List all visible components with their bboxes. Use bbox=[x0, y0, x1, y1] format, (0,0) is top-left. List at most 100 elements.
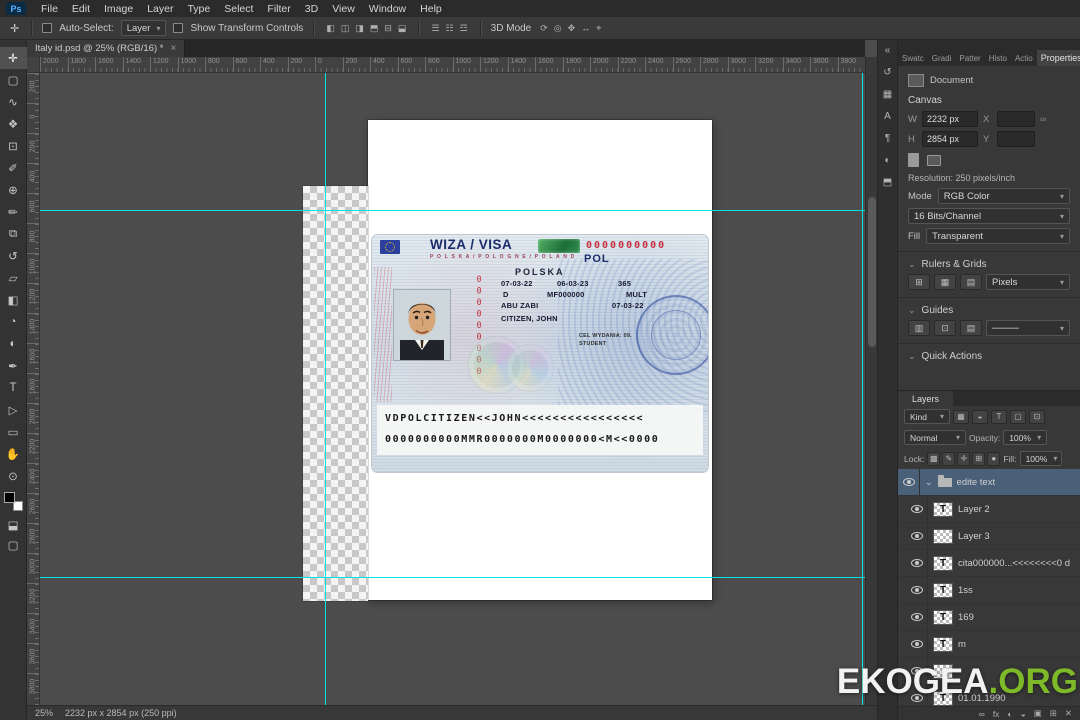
3d-roll-icon[interactable]: ◎ bbox=[552, 23, 564, 34]
distribute-vertical-icon[interactable]: ☷ bbox=[444, 23, 456, 34]
path-selection-tool[interactable]: ▷ bbox=[0, 399, 27, 421]
quick-mask-icon[interactable]: ⬓ bbox=[0, 515, 27, 535]
vertical-guide[interactable] bbox=[862, 73, 863, 705]
vertical-guide[interactable] bbox=[325, 73, 326, 705]
shape-tool[interactable]: ▭ bbox=[0, 421, 27, 443]
menu-item[interactable]: View bbox=[325, 2, 362, 16]
align-right-icon[interactable]: ◨ bbox=[353, 23, 366, 34]
quick-selection-tool[interactable]: ❖ bbox=[0, 113, 27, 135]
panel-tab[interactable]: Actio bbox=[1011, 50, 1037, 66]
filter-pixel-icon[interactable]: ▦ bbox=[953, 409, 969, 424]
auto-select-target-dropdown[interactable]: Layer ▾ bbox=[120, 20, 167, 36]
transparent-region[interactable] bbox=[303, 186, 368, 601]
collapse-dock-icon[interactable]: « bbox=[885, 45, 891, 56]
dodge-tool[interactable]: ◐ bbox=[0, 333, 27, 355]
layer-row[interactable]: Layer 3 bbox=[898, 522, 1080, 550]
visibility-eye-icon[interactable] bbox=[906, 549, 928, 577]
group-expand-chevron-icon[interactable]: ⌄ bbox=[925, 477, 933, 488]
visibility-eye-icon[interactable] bbox=[906, 522, 928, 550]
align-center-h-icon[interactable]: ◫ bbox=[339, 23, 352, 34]
lock-artboard-icon[interactable]: ⊞ bbox=[972, 451, 986, 466]
align-bottom-icon[interactable]: ⬓ bbox=[396, 23, 409, 34]
guide-line-style-dropdown[interactable]: ──── ▾ bbox=[986, 320, 1070, 336]
filter-type-icon[interactable]: T bbox=[991, 409, 1007, 424]
horizontal-guide[interactable] bbox=[40, 577, 865, 578]
tab-layers[interactable]: Layers bbox=[898, 391, 954, 406]
history-brush-tool[interactable]: ↺ bbox=[0, 245, 27, 267]
opacity-dropdown[interactable]: 100% ▾ bbox=[1003, 430, 1048, 445]
layer-row[interactable]: T 1ss bbox=[898, 576, 1080, 604]
layer-thumbnail[interactable] bbox=[933, 528, 953, 544]
chevron-down-icon[interactable]: ⌄ bbox=[908, 351, 916, 362]
fill-dropdown[interactable]: 100% ▾ bbox=[1019, 451, 1062, 466]
clone-stamp-tool[interactable]: ⧉ bbox=[0, 223, 27, 245]
paragraph-panel-icon[interactable]: ¶ bbox=[885, 133, 890, 144]
menu-item[interactable]: Layer bbox=[140, 2, 180, 16]
hand-tool[interactable]: ✋ bbox=[0, 443, 27, 465]
menu-item[interactable]: Image bbox=[97, 2, 140, 16]
width-input[interactable]: 2232 px bbox=[922, 111, 978, 127]
visibility-eye-icon[interactable] bbox=[906, 603, 928, 631]
visibility-eye-icon[interactable] bbox=[906, 576, 928, 604]
blur-tool[interactable]: ◔ bbox=[0, 311, 27, 333]
lock-transparency-icon[interactable]: ▩ bbox=[927, 451, 941, 466]
vertical-scrollbar[interactable] bbox=[865, 57, 877, 705]
color-mode-dropdown[interactable]: RGB Color ▾ bbox=[937, 188, 1070, 204]
adjustments-panel-icon[interactable]: ◐ bbox=[884, 155, 890, 166]
libraries-panel-icon[interactable]: ⬒ bbox=[883, 177, 892, 188]
auto-select-checkbox[interactable] bbox=[42, 23, 53, 33]
align-left-icon[interactable]: ◧ bbox=[324, 23, 337, 34]
3d-slide-icon[interactable]: ↔ bbox=[579, 23, 592, 34]
visibility-eye-icon[interactable] bbox=[906, 495, 928, 523]
menu-item[interactable]: File bbox=[34, 2, 65, 16]
link-layers-icon[interactable]: ∞ bbox=[979, 709, 985, 719]
menu-item[interactable]: Select bbox=[217, 2, 260, 16]
menu-item[interactable]: Filter bbox=[260, 2, 297, 16]
layer-thumbnail[interactable]: T bbox=[933, 609, 953, 625]
scrollbar-thumb[interactable] bbox=[868, 197, 876, 347]
new-layer-icon[interactable]: ⊞ bbox=[1050, 708, 1057, 719]
clear-guides-icon[interactable]: ▤ bbox=[960, 320, 982, 336]
lock-pixels-icon[interactable]: ✎ bbox=[942, 451, 956, 466]
bit-depth-dropdown[interactable]: 16 Bits/Channel ▾ bbox=[908, 208, 1070, 224]
distribute-spacing-icon[interactable]: ☲ bbox=[458, 23, 470, 34]
horizontal-guide[interactable] bbox=[40, 210, 865, 211]
canvas-area[interactable]: WIZA / VISA P O L S K A / P O L O G N E … bbox=[40, 73, 865, 705]
foreground-color-swatch[interactable] bbox=[3, 492, 15, 503]
x-input[interactable] bbox=[997, 111, 1035, 127]
horizontal-ruler[interactable]: 2000 1800 1600 1400 1200 1000 800 600 400 200 0 200… bbox=[40, 57, 865, 73]
crop-tool[interactable]: ⊡ bbox=[0, 135, 27, 157]
vertical-ruler[interactable]: 200 0 200 400 600 800 1000 1200 1400 1600 1800 2000… bbox=[27, 73, 40, 705]
link-dimensions-icon[interactable]: ∞ bbox=[1040, 114, 1046, 124]
layer-group-row[interactable]: ⌄ edite text bbox=[898, 468, 1080, 496]
filter-shape-icon[interactable]: ▢ bbox=[1010, 409, 1026, 424]
panel-tab[interactable]: Patter bbox=[955, 50, 984, 66]
layer-row[interactable]: T cita000000...<<<<<<<<0 d bbox=[898, 549, 1080, 577]
menu-item[interactable]: 3D bbox=[298, 2, 325, 16]
layer-thumbnail[interactable]: T bbox=[933, 636, 953, 652]
panel-tab[interactable]: Swatc bbox=[898, 50, 928, 66]
layer-thumbnail[interactable]: T bbox=[933, 555, 953, 571]
eyedropper-tool[interactable]: ✐ bbox=[0, 157, 27, 179]
pen-tool[interactable]: ✒ bbox=[0, 355, 27, 377]
lasso-tool[interactable]: ∿ bbox=[0, 91, 27, 113]
marquee-tool[interactable]: ▢ bbox=[0, 69, 27, 91]
photoshop-logo-icon[interactable]: Ps bbox=[6, 2, 26, 15]
visibility-eye-icon[interactable] bbox=[906, 630, 928, 658]
eraser-tool[interactable]: ▱ bbox=[0, 267, 27, 289]
visibility-eye-icon[interactable] bbox=[898, 468, 920, 496]
document-size-info[interactable]: 2232 px x 2854 px (250 ppi) bbox=[65, 708, 177, 718]
layer-row[interactable]: T Layer 2 bbox=[898, 495, 1080, 523]
units-dropdown[interactable]: Pixels ▾ bbox=[986, 274, 1070, 290]
align-top-icon[interactable]: ⬒ bbox=[368, 23, 381, 34]
toggle-grid-icon[interactable]: ▦ bbox=[934, 274, 956, 290]
chevron-down-icon[interactable]: ⌄ bbox=[908, 305, 916, 316]
toggle-rulers-icon[interactable]: ⊞ bbox=[908, 274, 930, 290]
healing-brush-tool[interactable]: ⊕ bbox=[0, 179, 27, 201]
document-tab[interactable]: Italy id.psd @ 25% (RGB/16) * × bbox=[27, 40, 186, 57]
3d-scale-icon[interactable]: ⌖ bbox=[594, 23, 603, 34]
new-guide-layout-icon[interactable]: ▥ bbox=[908, 320, 930, 336]
swatches-panel-icon[interactable]: ▦ bbox=[883, 89, 892, 100]
show-transform-checkbox[interactable] bbox=[173, 23, 184, 33]
move-tool[interactable]: ✛ bbox=[0, 47, 27, 69]
